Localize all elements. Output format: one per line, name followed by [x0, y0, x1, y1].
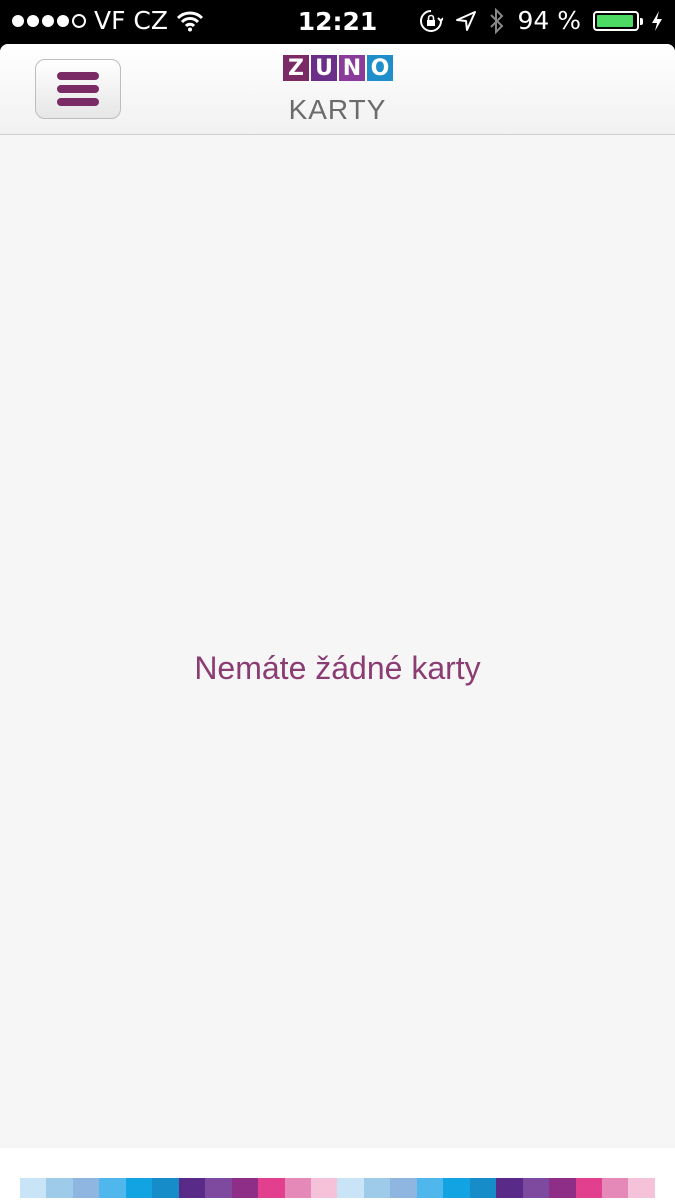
charging-icon: [652, 10, 662, 31]
location-icon: [456, 10, 477, 31]
footer: [0, 1148, 675, 1200]
color-stripe: [284, 1178, 311, 1198]
color-stripe: [363, 1178, 391, 1198]
color-stripe: [20, 1178, 47, 1198]
color-stripe: [99, 1178, 126, 1198]
zuno-logo: ZUNO: [283, 55, 393, 81]
color-stripe: [549, 1178, 576, 1198]
color-stripe: [337, 1178, 364, 1198]
color-stripe: [178, 1178, 206, 1198]
color-stripe: [628, 1178, 655, 1198]
color-stripe: [416, 1178, 444, 1198]
status-bar: VF CZ 12:21 94 %: [0, 0, 675, 44]
empty-cards-message: Nemáte žádné karty: [194, 650, 481, 686]
app-screen: ZUNO KARTY Nemáte žádné karty: [0, 44, 675, 1200]
hamburger-icon-bar: [57, 85, 99, 93]
rotation-lock-icon: [420, 9, 444, 32]
color-stripe: [469, 1178, 497, 1198]
color-stripe: [152, 1178, 179, 1198]
color-stripe: [72, 1178, 100, 1198]
hamburger-icon: [57, 72, 99, 80]
color-stripe: [522, 1178, 550, 1198]
battery-level: [597, 14, 633, 27]
color-stripe: [125, 1178, 153, 1198]
logo-letter: Z: [283, 55, 309, 81]
color-stripe: [575, 1178, 602, 1198]
status-bar-right: 94 %: [419, 6, 663, 35]
logo-letter: N: [339, 55, 365, 81]
color-stripe: [601, 1178, 629, 1198]
bluetooth-icon: [490, 7, 504, 34]
color-stripe: [443, 1178, 470, 1198]
color-stripe: [205, 1178, 232, 1198]
color-stripe: [390, 1178, 417, 1198]
logo-letter: U: [311, 55, 337, 81]
color-stripe: [258, 1178, 285, 1198]
color-stripe: [496, 1178, 523, 1198]
color-stripe: [310, 1178, 338, 1198]
header: ZUNO KARTY: [0, 44, 675, 135]
logo-letter: O: [367, 55, 393, 81]
page-title: KARTY: [288, 94, 387, 125]
color-stripe: [46, 1178, 73, 1198]
battery-percent: 94 %: [517, 6, 581, 35]
battery-icon: [593, 10, 643, 31]
color-stripe: [231, 1178, 259, 1198]
decorative-color-bar: [20, 1178, 655, 1198]
